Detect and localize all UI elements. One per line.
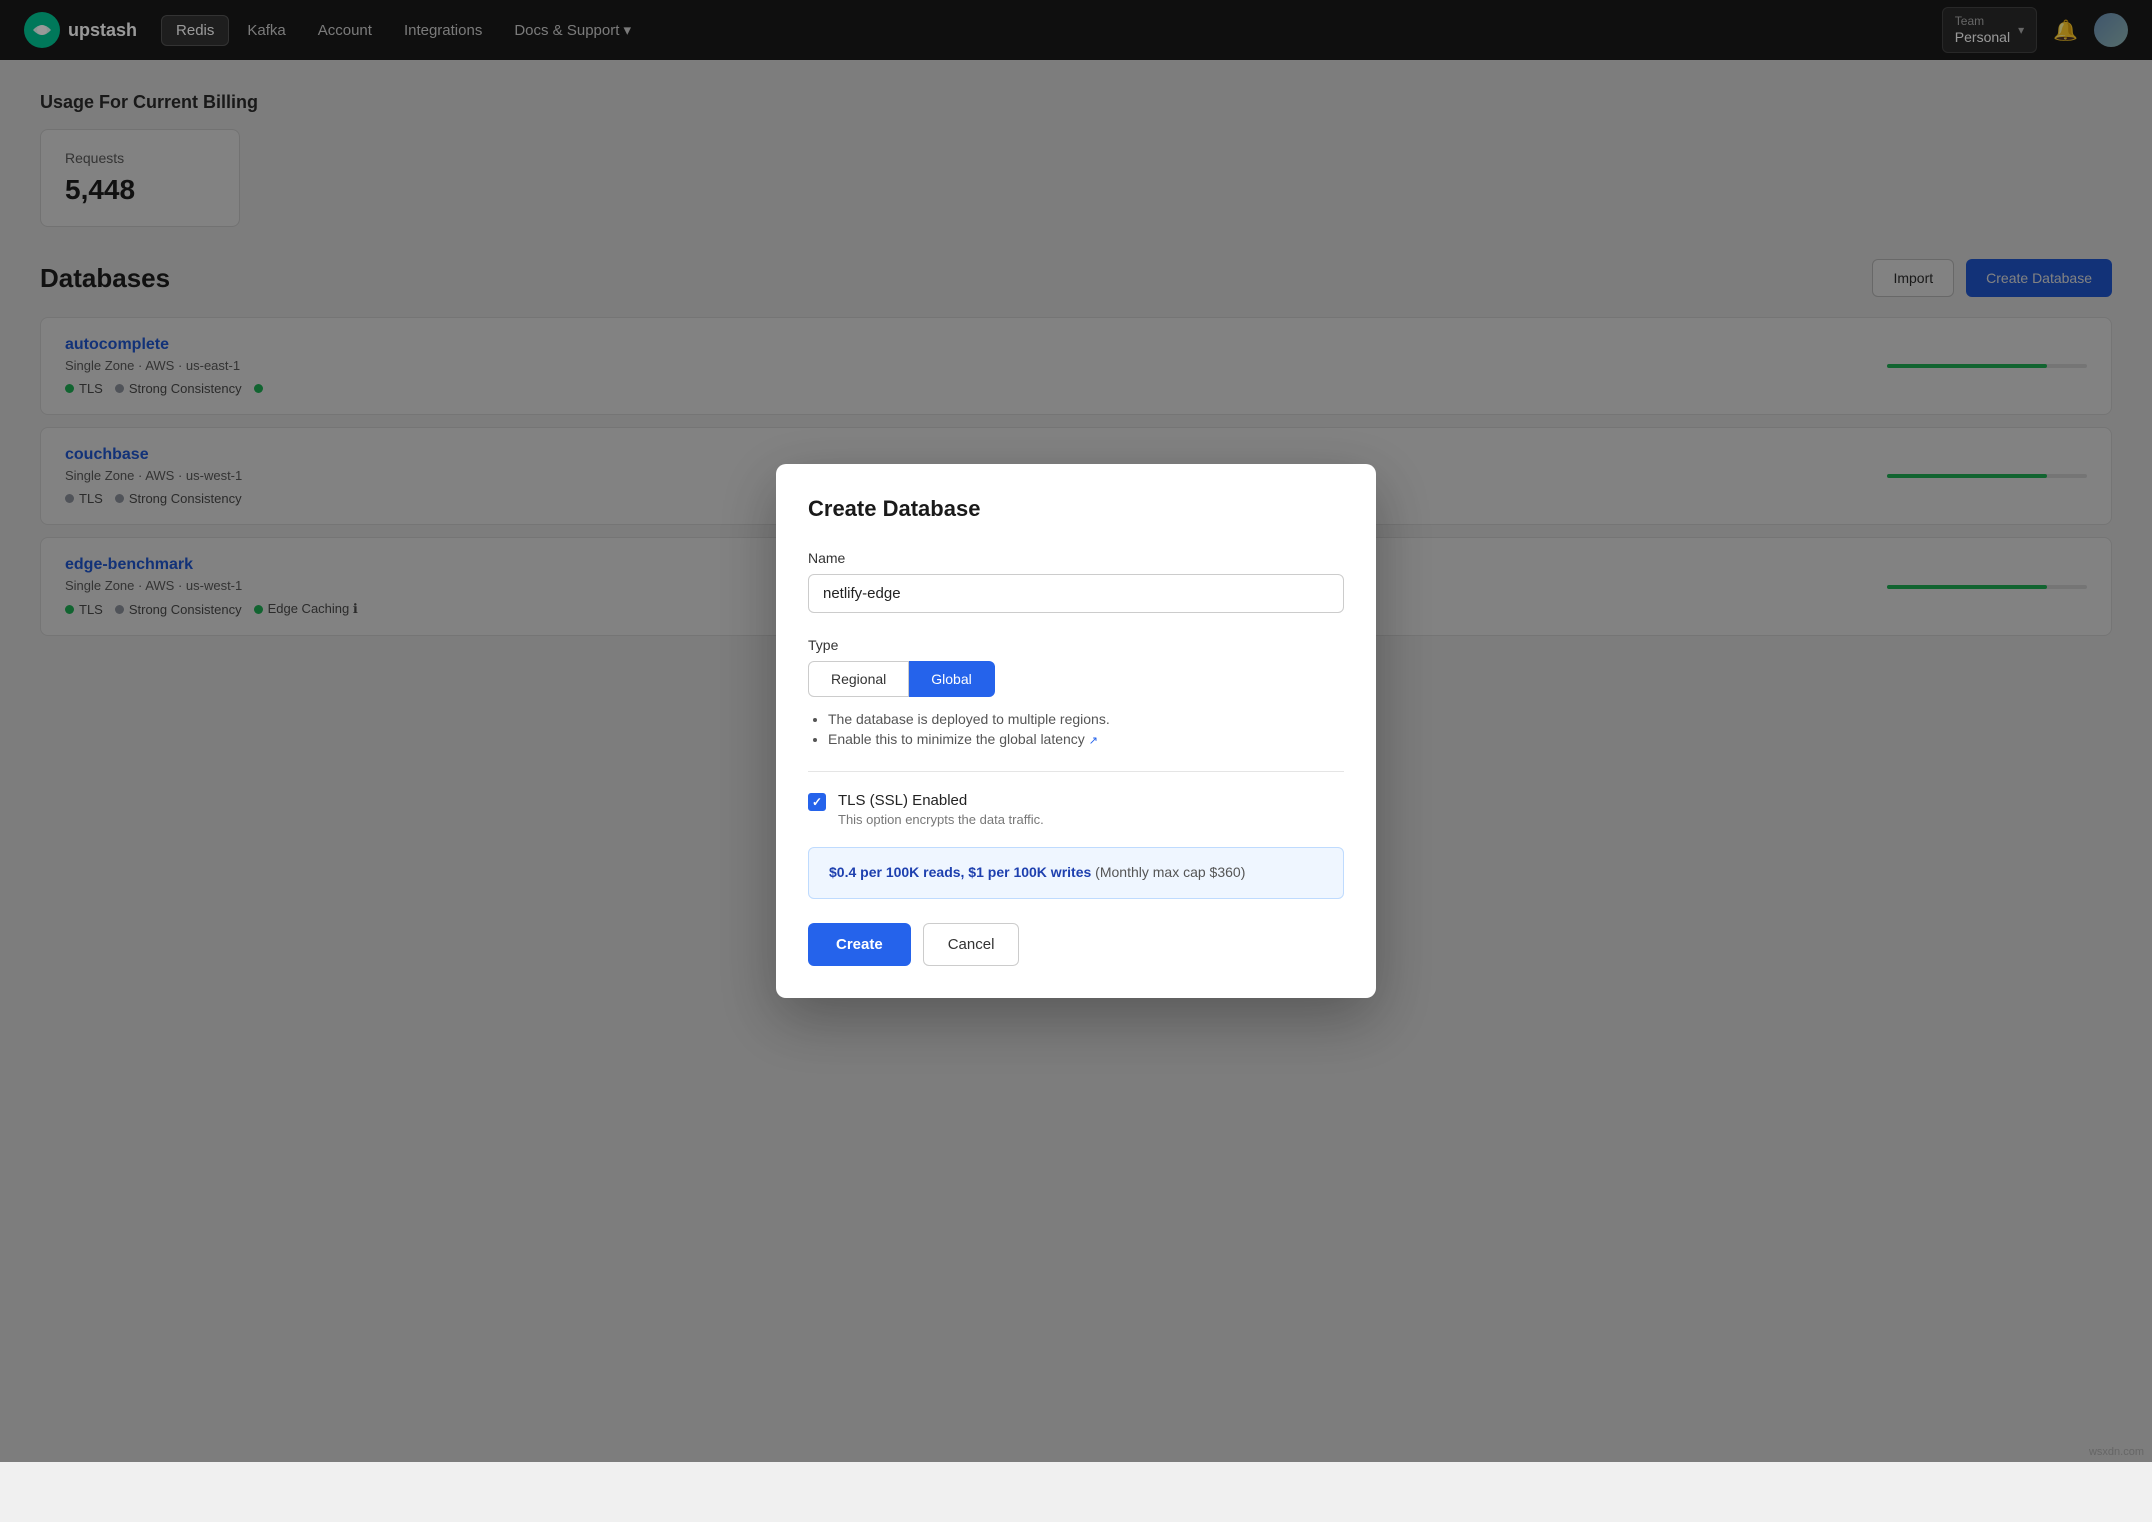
pricing-main: $0.4 per 100K reads, $1 per 100K writes [829, 864, 1091, 880]
divider [808, 771, 1344, 772]
type-info-line2: Enable this to minimize the global laten… [828, 731, 1344, 747]
type-regional-button[interactable]: Regional [808, 661, 909, 697]
tls-checkbox[interactable]: ✓ [808, 793, 826, 811]
external-link-icon: ↗ [1089, 735, 1098, 747]
external-link[interactable]: ↗ [1089, 731, 1098, 747]
tls-checkbox-row: ✓ TLS (SSL) Enabled This option encrypts… [808, 792, 1344, 827]
name-field-group: Name [808, 550, 1344, 613]
name-label: Name [808, 550, 1344, 566]
pricing-cap: (Monthly max cap $360) [1095, 864, 1245, 880]
checkmark-icon: ✓ [812, 795, 822, 809]
tls-label-group: TLS (SSL) Enabled This option encrypts t… [838, 792, 1044, 827]
type-info-line1: The database is deployed to multiple reg… [828, 711, 1344, 727]
modal-title: Create Database [808, 496, 1344, 522]
tls-title: TLS (SSL) Enabled [838, 792, 1044, 809]
create-database-modal: Create Database Name Type Regional Globa… [776, 464, 1376, 998]
modal-overlay[interactable]: Create Database Name Type Regional Globa… [0, 0, 2152, 1462]
pricing-text: $0.4 per 100K reads, $1 per 100K writes … [829, 864, 1245, 880]
modal-actions: Create Cancel [808, 923, 1344, 966]
modal-cancel-button[interactable]: Cancel [923, 923, 1020, 966]
tls-desc: This option encrypts the data traffic. [838, 812, 1044, 827]
type-label: Type [808, 637, 1344, 653]
type-field-group: Type Regional Global The database is dep… [808, 637, 1344, 747]
type-info: The database is deployed to multiple reg… [808, 711, 1344, 747]
modal-create-button[interactable]: Create [808, 923, 911, 966]
type-global-button[interactable]: Global [909, 661, 994, 697]
pricing-box: $0.4 per 100K reads, $1 per 100K writes … [808, 847, 1344, 899]
name-input[interactable] [808, 574, 1344, 613]
type-selector: Regional Global [808, 661, 1344, 697]
